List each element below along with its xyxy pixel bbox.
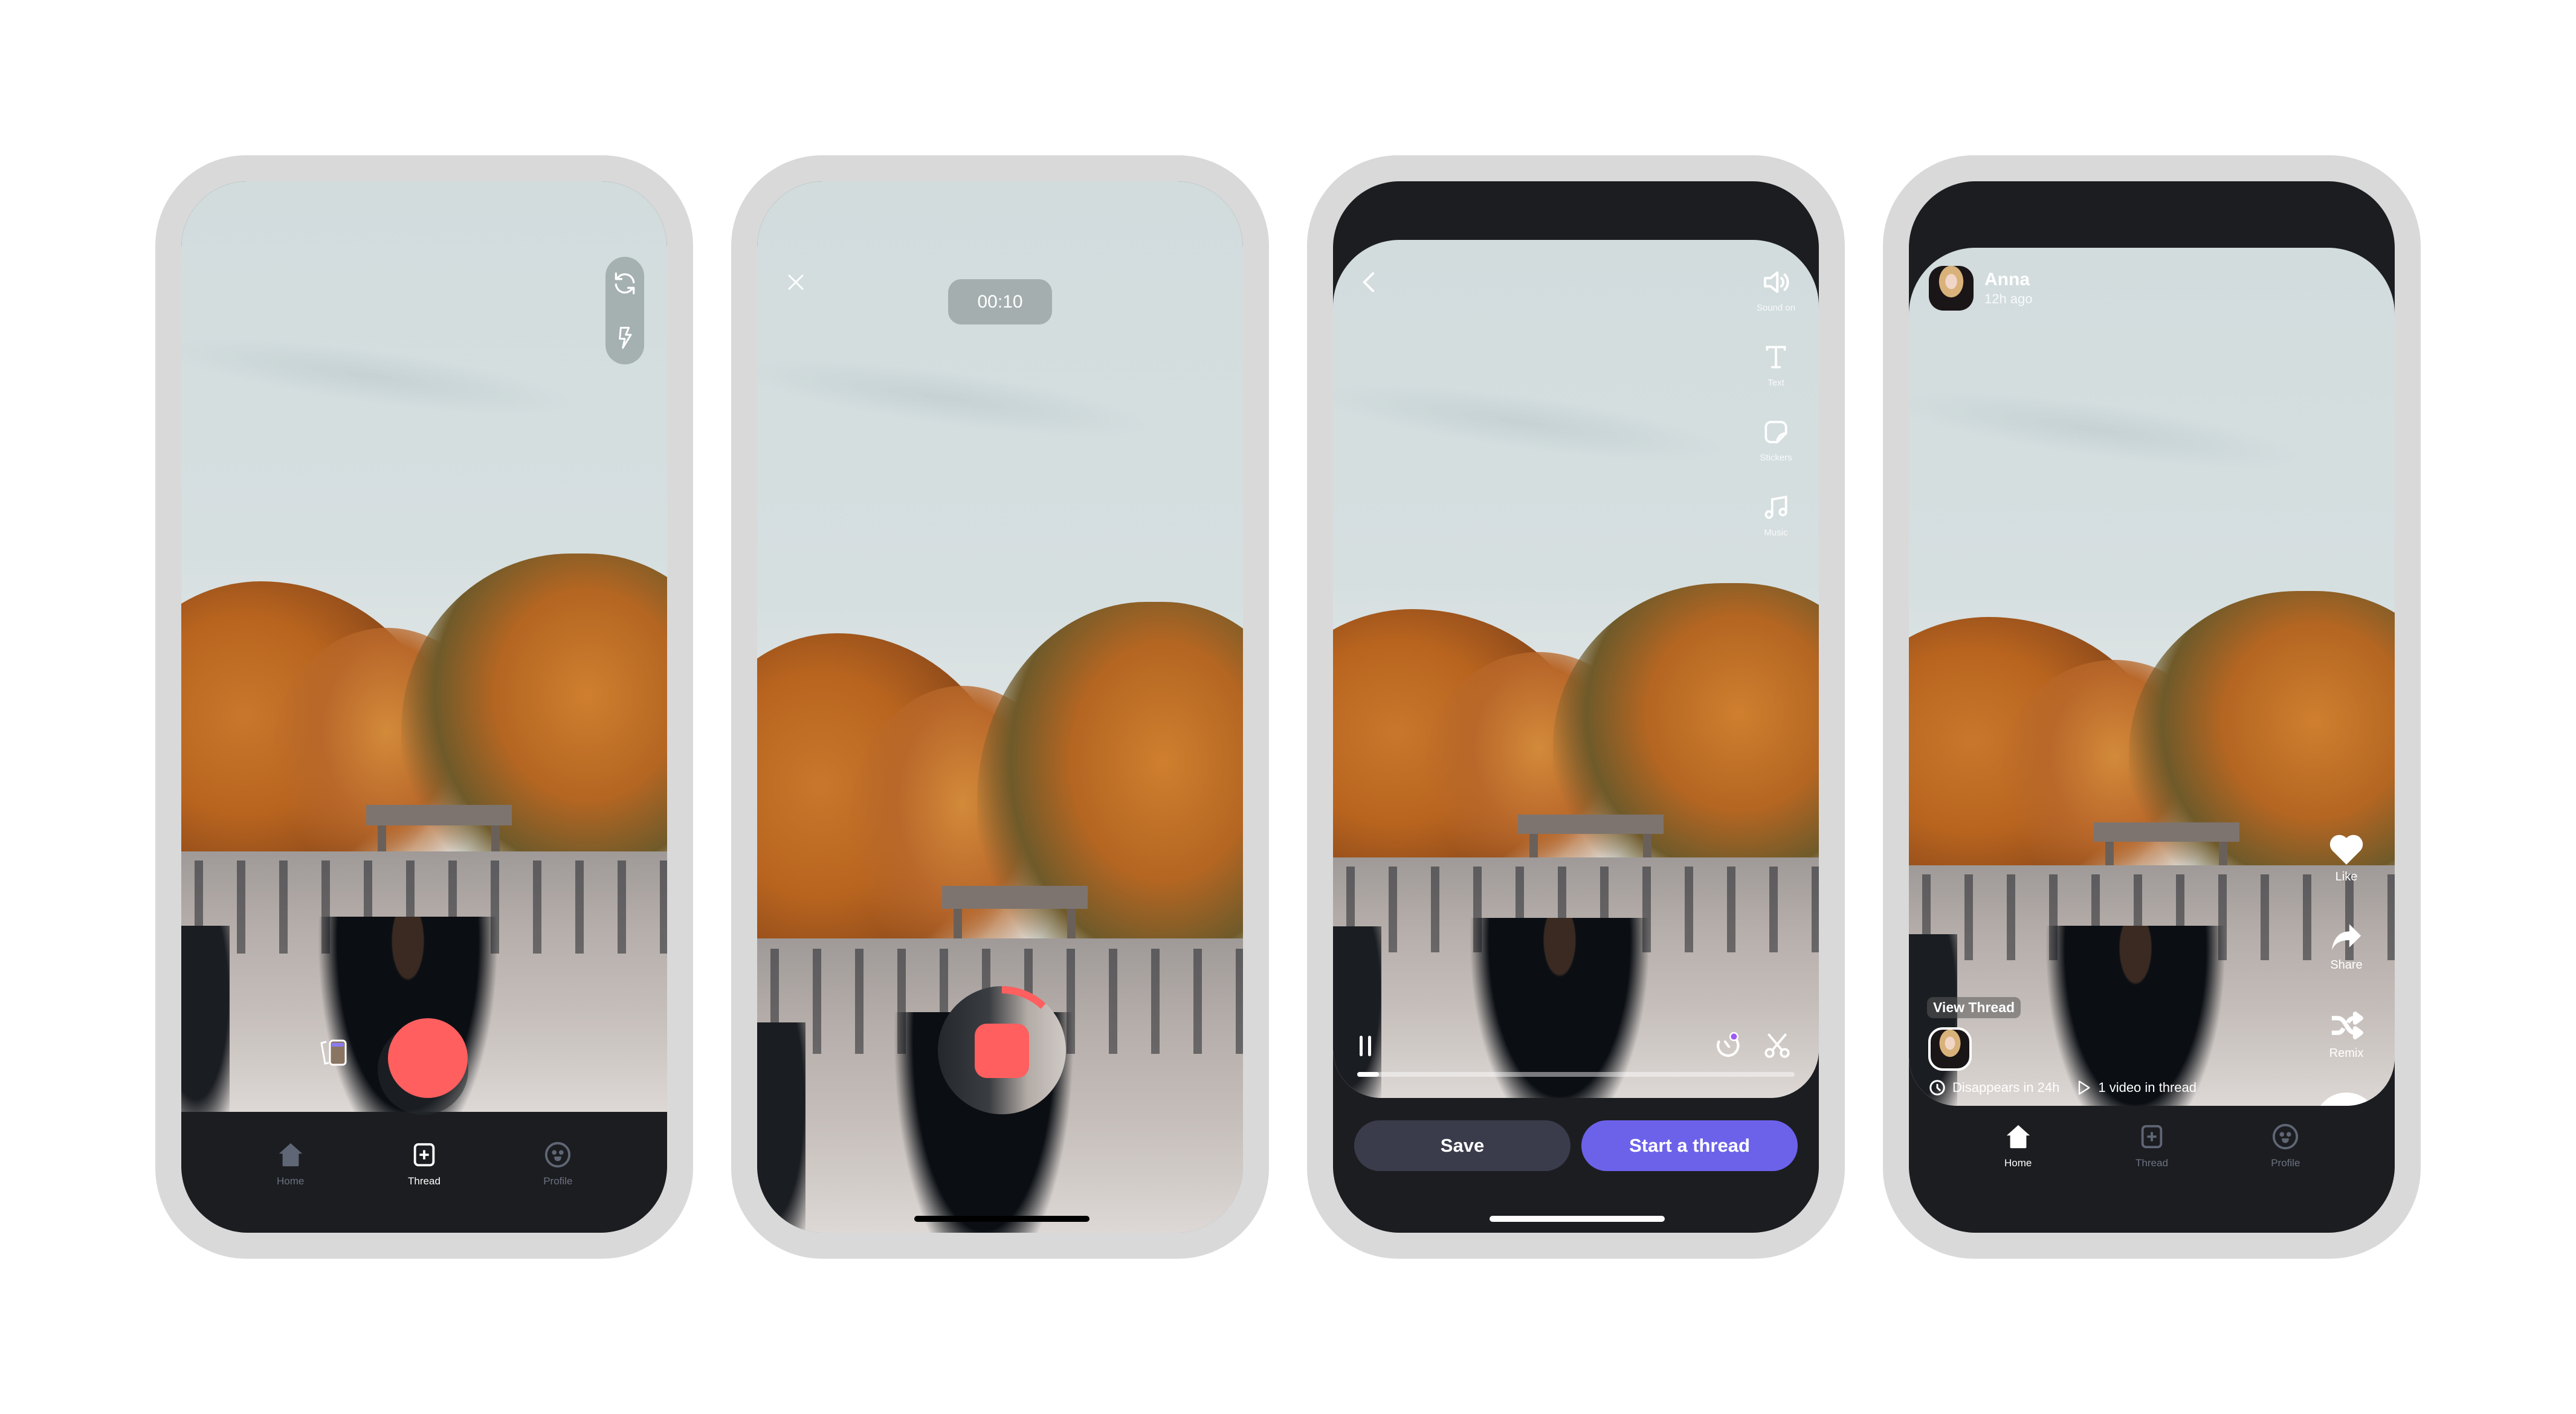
action-rail: Like Share Remix — [2314, 828, 2378, 1106]
camera-viewfinder — [181, 181, 667, 1112]
add-square-icon — [408, 1139, 440, 1170]
progress-arc — [1001, 986, 1046, 1009]
tool-text[interactable]: Text — [1758, 339, 1794, 414]
bottom-nav: Home Thread Profile — [1909, 1121, 2395, 1233]
music-icon — [1758, 489, 1794, 525]
clock-icon — [1929, 1080, 1945, 1096]
screen: Anna 12h ago Like Share Remix View Threa… — [1909, 181, 2395, 1233]
feed-video: Anna 12h ago Like Share Remix View Threa… — [1909, 248, 2395, 1106]
recording-timer: 00:10 — [948, 279, 1052, 324]
edit-tools: Sound on Text Stickers Music — [1743, 264, 1809, 564]
add-square-icon — [2136, 1121, 2168, 1152]
tool-sound[interactable]: Sound on — [1757, 264, 1795, 339]
record-button[interactable] — [388, 1018, 468, 1098]
avatar[interactable] — [1929, 266, 1974, 311]
thread-meta: Disappears in 24h 1 video in thread — [1928, 1079, 2197, 1097]
plus-icon — [2314, 1093, 2378, 1106]
speaker-icon — [1758, 264, 1794, 300]
action-label: Remix — [2329, 1047, 2364, 1060]
phone-recording-screen: 00:10 — [731, 155, 1269, 1259]
phone-feed-screen: Anna 12h ago Like Share Remix View Threa… — [1883, 155, 2421, 1259]
smiley-icon — [542, 1139, 573, 1170]
phone-preview-screen: Sound on Text Stickers Music Save Start … — [1307, 155, 1845, 1259]
play-icon — [2079, 1080, 2090, 1095]
tool-stickers[interactable]: Stickers — [1758, 414, 1794, 489]
like-button[interactable]: Like — [2325, 828, 2368, 916]
tool-music[interactable]: Music — [1758, 489, 1794, 564]
nav-label: Thread — [408, 1175, 441, 1187]
video-count-text: 1 video in thread — [2098, 1080, 2197, 1095]
bottom-nav: Home Thread Profile — [181, 1139, 667, 1233]
disappears-text: Disappears in 24h — [1952, 1080, 2060, 1095]
action-label: Share — [2330, 958, 2363, 972]
back-chevron-icon[interactable] — [1357, 267, 1381, 297]
nav-thread[interactable]: Thread — [2103, 1121, 2200, 1233]
nav-profile[interactable]: Profile — [2237, 1121, 2334, 1233]
home-indicator — [914, 1216, 1089, 1222]
share-icon — [2325, 916, 2368, 958]
home-icon — [2003, 1121, 2034, 1152]
author-header[interactable]: Anna 12h ago — [1929, 266, 2033, 311]
action-label: Like — [2335, 870, 2358, 883]
flip-camera-icon[interactable] — [605, 264, 644, 303]
tool-label: Text — [1767, 378, 1784, 388]
screen: 00:10 — [757, 181, 1243, 1233]
nav-thread[interactable]: Thread — [376, 1139, 473, 1233]
speed-icon[interactable] — [1712, 1030, 1743, 1060]
share-button[interactable]: Share — [2325, 916, 2368, 1004]
trim-scissors-icon[interactable] — [1762, 1030, 1792, 1060]
smiley-icon — [2270, 1121, 2301, 1152]
heart-icon — [2325, 828, 2368, 870]
save-button[interactable]: Save — [1354, 1120, 1570, 1171]
video-preview: Sound on Text Stickers Music — [1333, 240, 1819, 1098]
tool-label: Music — [1764, 528, 1788, 538]
home-indicator — [1490, 1216, 1665, 1222]
nav-label: Home — [2004, 1157, 2032, 1169]
thread-avatar[interactable] — [1928, 1027, 1972, 1071]
reply-button[interactable]: Reply — [2314, 1093, 2378, 1106]
home-icon — [275, 1139, 306, 1170]
camera-tools — [605, 257, 644, 364]
shuffle-icon — [2325, 1004, 2368, 1047]
text-icon — [1758, 339, 1794, 375]
nav-profile[interactable]: Profile — [509, 1139, 606, 1233]
tool-label: Sound on — [1756, 303, 1796, 313]
close-icon[interactable] — [783, 269, 809, 295]
phone-camera-screen: Home Thread Profile — [155, 155, 693, 1259]
author-name: Anna — [1984, 270, 2030, 289]
nav-label: Home — [276, 1175, 305, 1187]
pause-icon[interactable] — [1357, 1035, 1375, 1057]
start-thread-button[interactable]: Start a thread — [1581, 1120, 1798, 1171]
post-time: 12h ago — [1984, 291, 2033, 306]
remix-button[interactable]: Remix — [2325, 1004, 2368, 1093]
screen: Sound on Text Stickers Music Save Start … — [1333, 181, 1819, 1233]
nav-label: Profile — [2271, 1157, 2300, 1169]
view-thread-button[interactable]: View Thread — [1927, 997, 2021, 1018]
nav-label: Profile — [543, 1175, 573, 1187]
tool-label: Stickers — [1760, 453, 1792, 463]
sticker-icon — [1758, 414, 1794, 450]
stop-icon[interactable] — [975, 1024, 1029, 1078]
flash-icon[interactable] — [605, 318, 644, 357]
nav-home[interactable]: Home — [242, 1139, 339, 1233]
playback-progress-fill — [1357, 1072, 1380, 1077]
nav-home[interactable]: Home — [1970, 1121, 2067, 1233]
playback-progress[interactable] — [1357, 1072, 1795, 1077]
nav-label: Thread — [2135, 1157, 2168, 1169]
screen: Home Thread Profile — [181, 181, 667, 1233]
gallery-icon[interactable] — [319, 1038, 350, 1067]
